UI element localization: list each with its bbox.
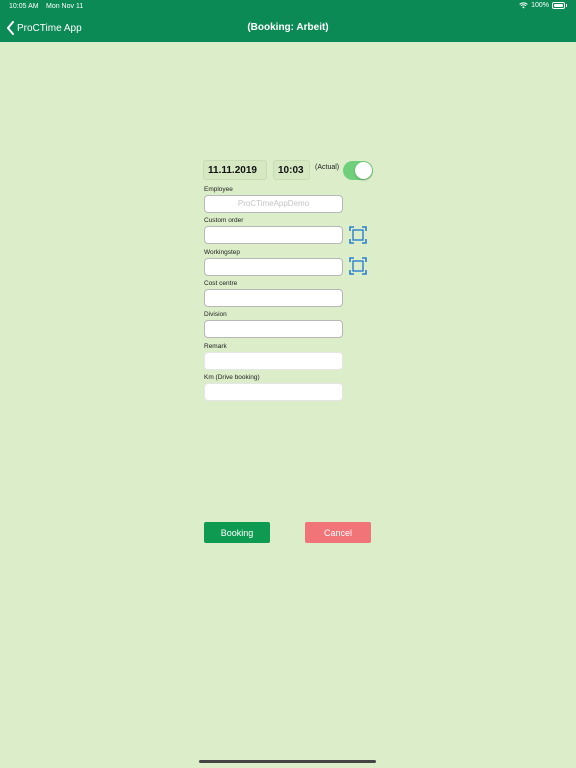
division-field[interactable]	[204, 320, 343, 338]
time-field[interactable]: 10:03	[273, 160, 310, 180]
status-date: Mon Nov 11	[46, 3, 84, 10]
workingstep-field[interactable]	[204, 258, 343, 276]
scan-icon[interactable]	[349, 257, 367, 275]
wifi-icon	[519, 2, 528, 9]
date-field[interactable]: 11.11.2019	[203, 160, 267, 180]
cancel-button[interactable]: Cancel	[305, 522, 371, 543]
home-indicator[interactable]	[199, 760, 376, 763]
custom-order-field[interactable]	[204, 226, 343, 244]
employee-field[interactable]: ProCTimeAppDemo	[204, 195, 343, 213]
km-field[interactable]	[204, 383, 343, 401]
remark-label: Remark	[204, 343, 227, 350]
battery-percent: 100%	[531, 2, 549, 9]
actual-label: (Actual)	[315, 164, 340, 171]
custom-order-label: Custom order	[204, 217, 244, 224]
nav-header: 10:05 AM Mon Nov 11 100% ProCTime App (B…	[0, 0, 576, 42]
status-indicators: 100%	[519, 2, 567, 9]
booking-button[interactable]: Booking	[204, 522, 270, 543]
cost-centre-field[interactable]	[204, 289, 343, 307]
cost-centre-label: Cost centre	[204, 280, 238, 287]
km-label: Km (Drive booking)	[204, 374, 260, 381]
employee-label: Employee	[204, 186, 233, 193]
workingstep-label: Workingstep	[204, 249, 241, 256]
toggle-knob	[355, 162, 372, 179]
scan-icon[interactable]	[349, 226, 367, 244]
status-time: 10:05 AM	[9, 3, 39, 10]
status-bar: 10:05 AM Mon Nov 11 100%	[0, 0, 576, 14]
page-title: (Booking: Arbeit)	[247, 22, 329, 33]
remark-field[interactable]	[204, 352, 343, 370]
division-label: Division	[204, 311, 227, 318]
battery-tip	[566, 4, 567, 7]
actual-toggle[interactable]	[343, 161, 373, 180]
battery-icon	[552, 2, 565, 9]
